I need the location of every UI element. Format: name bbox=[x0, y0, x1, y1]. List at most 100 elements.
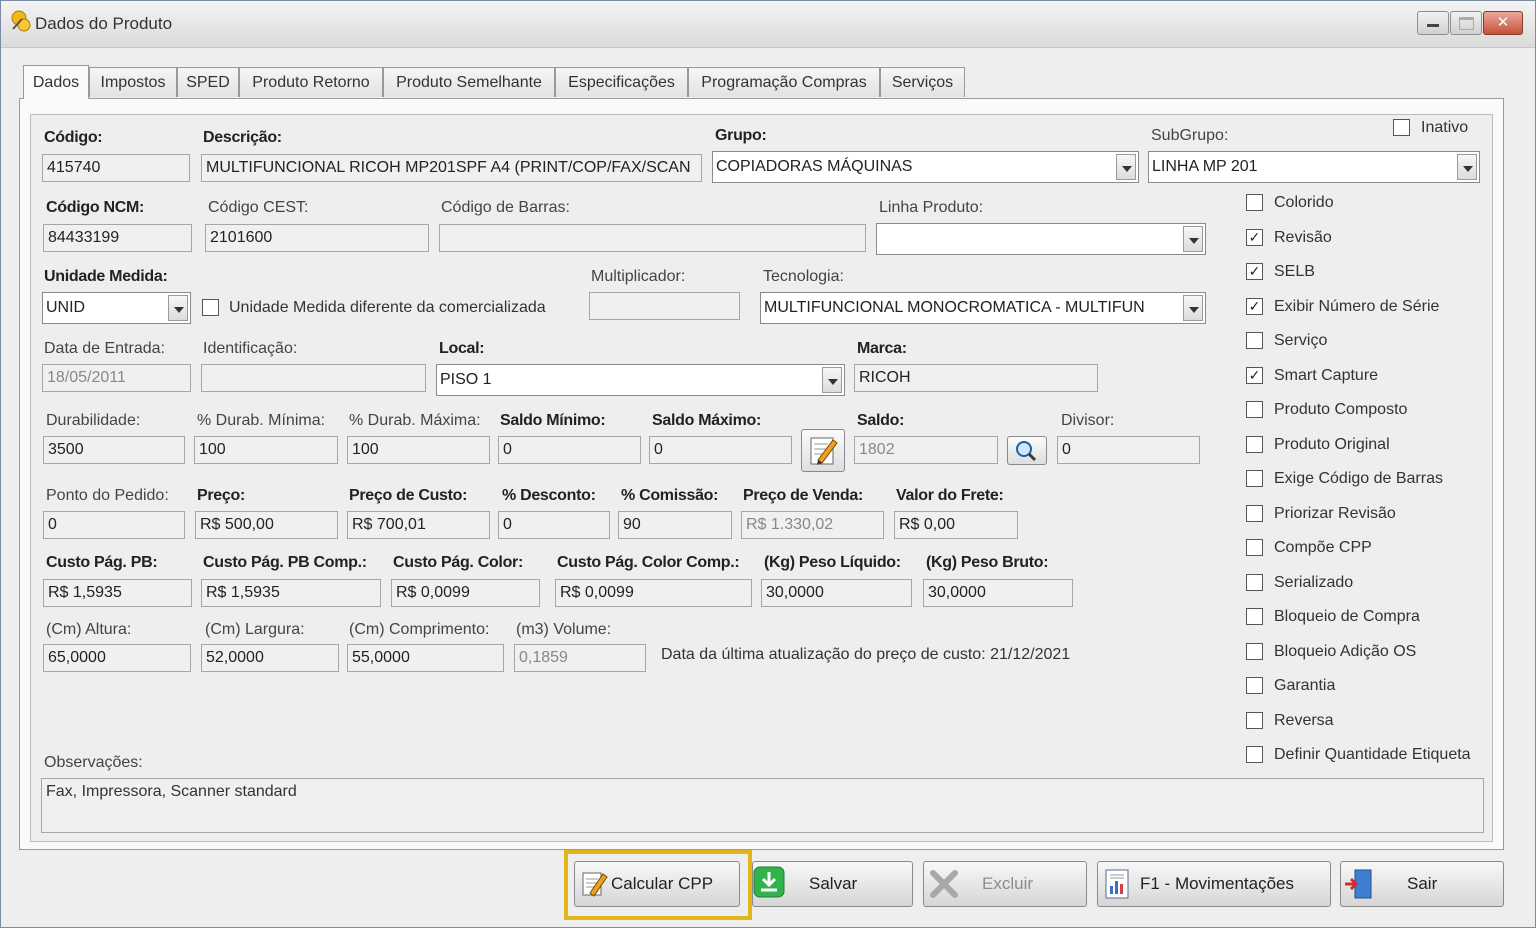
unidade-diferente-checkbox[interactable] bbox=[202, 299, 219, 316]
local-label: Local: bbox=[439, 340, 485, 357]
tab-especificacoes[interactable]: Especificações bbox=[555, 67, 688, 97]
ponto-pedido-field[interactable]: 0 bbox=[43, 511, 185, 539]
preco-venda-field[interactable]: R$ 1.330,02 bbox=[741, 511, 884, 539]
custo-pb-comp-field[interactable]: R$ 1,5935 bbox=[201, 579, 381, 607]
cest-field[interactable]: 2101600 bbox=[205, 224, 429, 252]
codigo-field[interactable]: 415740 bbox=[42, 154, 190, 182]
bloqueio-adicao-os-label: Bloqueio Adição OS bbox=[1274, 643, 1417, 660]
selb-checkbox[interactable]: ✓ bbox=[1246, 263, 1263, 280]
subgrupo-select[interactable]: LINHA MP 201 bbox=[1148, 151, 1480, 183]
close-button[interactable]: ✕ bbox=[1483, 11, 1523, 35]
sair-button[interactable]: Sair bbox=[1340, 861, 1504, 907]
grupo-label: Grupo: bbox=[715, 127, 767, 144]
servico-label: Serviço bbox=[1274, 332, 1328, 349]
chevron-down-icon[interactable] bbox=[1116, 154, 1136, 180]
descricao-field[interactable]: MULTIFUNCIONAL RICOH MP201SPF A4 (PRINT/… bbox=[201, 154, 702, 182]
chevron-down-icon[interactable] bbox=[168, 295, 188, 321]
tab-servicos[interactable]: Serviços bbox=[880, 67, 965, 97]
saldo-minimo-field[interactable]: 0 bbox=[498, 436, 641, 464]
observacoes-field[interactable]: Fax, Impressora, Scanner standard bbox=[41, 778, 1484, 833]
barras-field[interactable] bbox=[439, 224, 866, 252]
tab-produto-retorno[interactable]: Produto Retorno bbox=[239, 67, 383, 97]
chevron-down-icon[interactable] bbox=[1183, 295, 1203, 321]
grupo-select[interactable]: COPIADORAS MÁQUINAS bbox=[712, 151, 1139, 183]
unidade-diferente-label: Unidade Medida diferente da comercializa… bbox=[229, 299, 546, 316]
bloqueio-compra-checkbox[interactable] bbox=[1246, 608, 1263, 625]
multiplicador-field[interactable] bbox=[589, 292, 740, 320]
minimize-button[interactable] bbox=[1417, 11, 1449, 35]
priorizar-revisao-checkbox[interactable] bbox=[1246, 505, 1263, 522]
inativo-checkbox[interactable] bbox=[1393, 119, 1410, 136]
tecnologia-select[interactable]: MULTIFUNCIONAL MONOCROMATICA - MULTIFUN bbox=[760, 292, 1206, 324]
comissao-field[interactable]: 90 bbox=[618, 511, 732, 539]
colorido-label: Colorido bbox=[1274, 194, 1334, 211]
exibir-numero-serie-checkbox[interactable]: ✓ bbox=[1246, 298, 1263, 315]
custo-color-field[interactable]: R$ 0,0099 bbox=[391, 579, 540, 607]
multiplicador-label: Multiplicador: bbox=[591, 268, 686, 285]
linha-produto-select[interactable] bbox=[876, 223, 1206, 255]
delete-x-icon bbox=[930, 870, 958, 898]
tab-produto-semelhante[interactable]: Produto Semelhante bbox=[383, 67, 555, 97]
ncm-field[interactable]: 84433199 bbox=[43, 224, 192, 252]
unidade-select[interactable]: UNID bbox=[42, 292, 191, 324]
data-entrada-field[interactable]: 18/05/2011 bbox=[42, 364, 191, 392]
comprimento-field[interactable]: 55,0000 bbox=[347, 644, 504, 672]
peso-bruto-field[interactable]: 30,0000 bbox=[923, 579, 1073, 607]
largura-field[interactable]: 52,0000 bbox=[201, 644, 339, 672]
desconto-field[interactable]: 0 bbox=[498, 511, 610, 539]
tab-sped[interactable]: SPED bbox=[177, 67, 239, 97]
serializado-checkbox[interactable] bbox=[1246, 574, 1263, 591]
codigo-label: Código: bbox=[44, 129, 103, 146]
chevron-down-icon[interactable] bbox=[822, 367, 842, 393]
produto-composto-checkbox[interactable] bbox=[1246, 401, 1263, 418]
durabilidade-field[interactable]: 3500 bbox=[43, 436, 185, 464]
identificacao-field[interactable] bbox=[201, 364, 426, 392]
excluir-button[interactable]: Excluir bbox=[923, 861, 1087, 907]
compoe-cpp-checkbox[interactable] bbox=[1246, 539, 1263, 556]
produto-original-checkbox[interactable] bbox=[1246, 436, 1263, 453]
salvar-button[interactable]: Salvar bbox=[752, 861, 913, 907]
minimize-icon bbox=[1427, 24, 1439, 27]
chevron-down-icon[interactable] bbox=[1183, 226, 1203, 252]
volume-field[interactable]: 0,1859 bbox=[514, 644, 646, 672]
divisor-field[interactable]: 0 bbox=[1057, 436, 1200, 464]
saldo-field[interactable]: 1802 bbox=[854, 436, 998, 464]
servico-checkbox[interactable] bbox=[1246, 332, 1263, 349]
local-select[interactable]: PISO 1 bbox=[436, 364, 845, 396]
definir-quantidade-etiqueta-checkbox[interactable] bbox=[1246, 746, 1263, 763]
smart-capture-checkbox[interactable]: ✓ bbox=[1246, 367, 1263, 384]
pencil-edit-icon bbox=[810, 437, 838, 465]
volume-label: (m3) Volume: bbox=[516, 621, 612, 638]
chevron-down-icon[interactable] bbox=[1457, 154, 1477, 180]
saldo-search-button[interactable] bbox=[1007, 436, 1047, 465]
tab-dados[interactable]: Dados bbox=[23, 65, 89, 99]
tab-programacao-compras[interactable]: Programação Compras bbox=[688, 67, 880, 97]
custo-pb-label: Custo Pág. PB: bbox=[46, 554, 158, 571]
durab-maxima-field[interactable]: 100 bbox=[347, 436, 490, 464]
tab-impostos[interactable]: Impostos bbox=[89, 67, 177, 97]
maximize-button[interactable] bbox=[1450, 11, 1482, 35]
movimentacoes-button[interactable]: F1 - Movimentações bbox=[1097, 861, 1331, 907]
preco-custo-field[interactable]: R$ 700,01 bbox=[347, 511, 490, 539]
revisao-checkbox[interactable]: ✓ bbox=[1246, 229, 1263, 246]
saldo-maximo-field[interactable]: 0 bbox=[649, 436, 792, 464]
custo-pb-field[interactable]: R$ 1,5935 bbox=[43, 579, 192, 607]
bloqueio-adicao-os-checkbox[interactable] bbox=[1246, 643, 1263, 660]
edit-saldo-button[interactable] bbox=[801, 429, 845, 472]
marca-field[interactable]: RICOH bbox=[854, 364, 1098, 392]
peso-liquido-label: (Kg) Peso Líquido: bbox=[764, 554, 901, 571]
largura-label: (Cm) Largura: bbox=[205, 621, 305, 638]
reversa-checkbox[interactable] bbox=[1246, 712, 1263, 729]
garantia-checkbox[interactable] bbox=[1246, 677, 1263, 694]
preco-field[interactable]: R$ 500,00 bbox=[195, 511, 338, 539]
altura-field[interactable]: 65,0000 bbox=[43, 644, 191, 672]
cest-label: Código CEST: bbox=[208, 199, 309, 216]
peso-liquido-field[interactable]: 30,0000 bbox=[761, 579, 912, 607]
title-bar: Dados do Produto ✕ bbox=[1, 1, 1535, 48]
exige-codigo-barras-checkbox[interactable] bbox=[1246, 470, 1263, 487]
custo-color-comp-field[interactable]: R$ 0,0099 bbox=[555, 579, 752, 607]
colorido-checkbox[interactable] bbox=[1246, 194, 1263, 211]
valor-frete-field[interactable]: R$ 0,00 bbox=[894, 511, 1018, 539]
durab-minima-field[interactable]: 100 bbox=[194, 436, 338, 464]
saldo-maximo-label: Saldo Máximo: bbox=[652, 412, 762, 429]
